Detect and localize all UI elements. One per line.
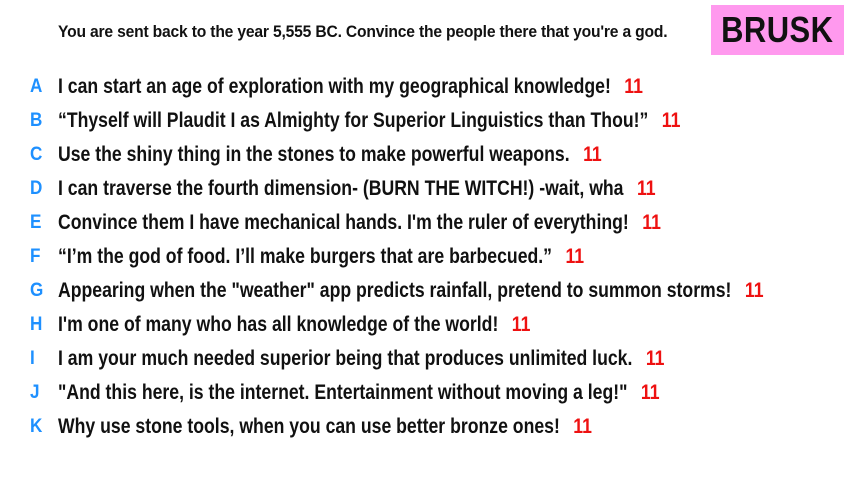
answer-text: “Thyself will Plaudit I as Almighty for … [58, 109, 649, 132]
answer-score: 11 [642, 211, 661, 234]
answer-score: 11 [624, 75, 643, 98]
answer-text: “I’m the god of food. I’ll make burgers … [58, 245, 552, 268]
answer-row-d: D I can traverse the fourth dimension- (… [0, 172, 853, 206]
answer-score: 11 [511, 313, 531, 336]
answer-text: I can traverse the fourth dimension- (BU… [58, 177, 624, 200]
answer-text: Appearing when the "weather" app predict… [58, 279, 732, 302]
answer-score: 11 [636, 177, 656, 200]
answer-letter: I [30, 348, 35, 369]
answer-row-a: A I can start an age of exploration with… [0, 70, 853, 104]
player-name-badge: BRUSK [711, 5, 844, 55]
answer-score: 11 [565, 245, 585, 268]
answer-list: A I can start an age of exploration with… [0, 70, 853, 444]
answer-row-i: I I am your much needed superior being t… [0, 342, 853, 376]
answer-row-k: K Why use stone tools, when you can use … [0, 410, 853, 444]
answer-letter: E [30, 212, 42, 233]
answer-row-j: J "And this here, is the internet. Enter… [0, 376, 853, 410]
answer-text: Convince them I have mechanical hands. I… [58, 211, 629, 234]
answer-row-f: F “I’m the god of food. I’ll make burger… [0, 240, 853, 274]
answer-row-e: E Convince them I have mechanical hands.… [0, 206, 853, 240]
answer-letter: A [30, 76, 43, 97]
answer-letter: C [30, 144, 43, 165]
answer-score: 11 [573, 415, 592, 438]
prompt-text: You are sent back to the year 5,555 BC. … [58, 22, 668, 41]
answer-score: 11 [583, 143, 602, 166]
answer-letter: K [30, 416, 43, 437]
answer-letter: H [30, 314, 43, 335]
answer-text: Why use stone tools, when you can use be… [58, 415, 560, 438]
answer-letter: G [30, 280, 44, 301]
answer-row-c: C Use the shiny thing in the stones to m… [0, 138, 853, 172]
answer-score: 11 [744, 279, 764, 302]
answer-letter: F [30, 246, 41, 267]
answer-row-g: G Appearing when the "weather" app predi… [0, 274, 853, 308]
answer-text: I can start an age of exploration with m… [58, 75, 611, 98]
answer-row-b: B “Thyself will Plaudit I as Almighty fo… [0, 104, 853, 138]
answer-score: 11 [645, 347, 665, 370]
answer-letter: J [30, 382, 40, 403]
answer-letter: D [30, 178, 43, 199]
answer-text: Use the shiny thing in the stones to mak… [58, 143, 570, 166]
player-name-label: BRUSK [721, 9, 834, 50]
answer-text: "And this here, is the internet. Enterta… [58, 381, 628, 404]
answer-row-h: H I'm one of many who has all knowledge … [0, 308, 853, 342]
answer-score: 11 [661, 109, 681, 132]
answer-letter: B [30, 110, 43, 131]
answer-score: 11 [640, 381, 660, 404]
answer-text: I am your much needed superior being tha… [58, 347, 633, 370]
answer-text: I'm one of many who has all knowledge of… [58, 313, 499, 336]
